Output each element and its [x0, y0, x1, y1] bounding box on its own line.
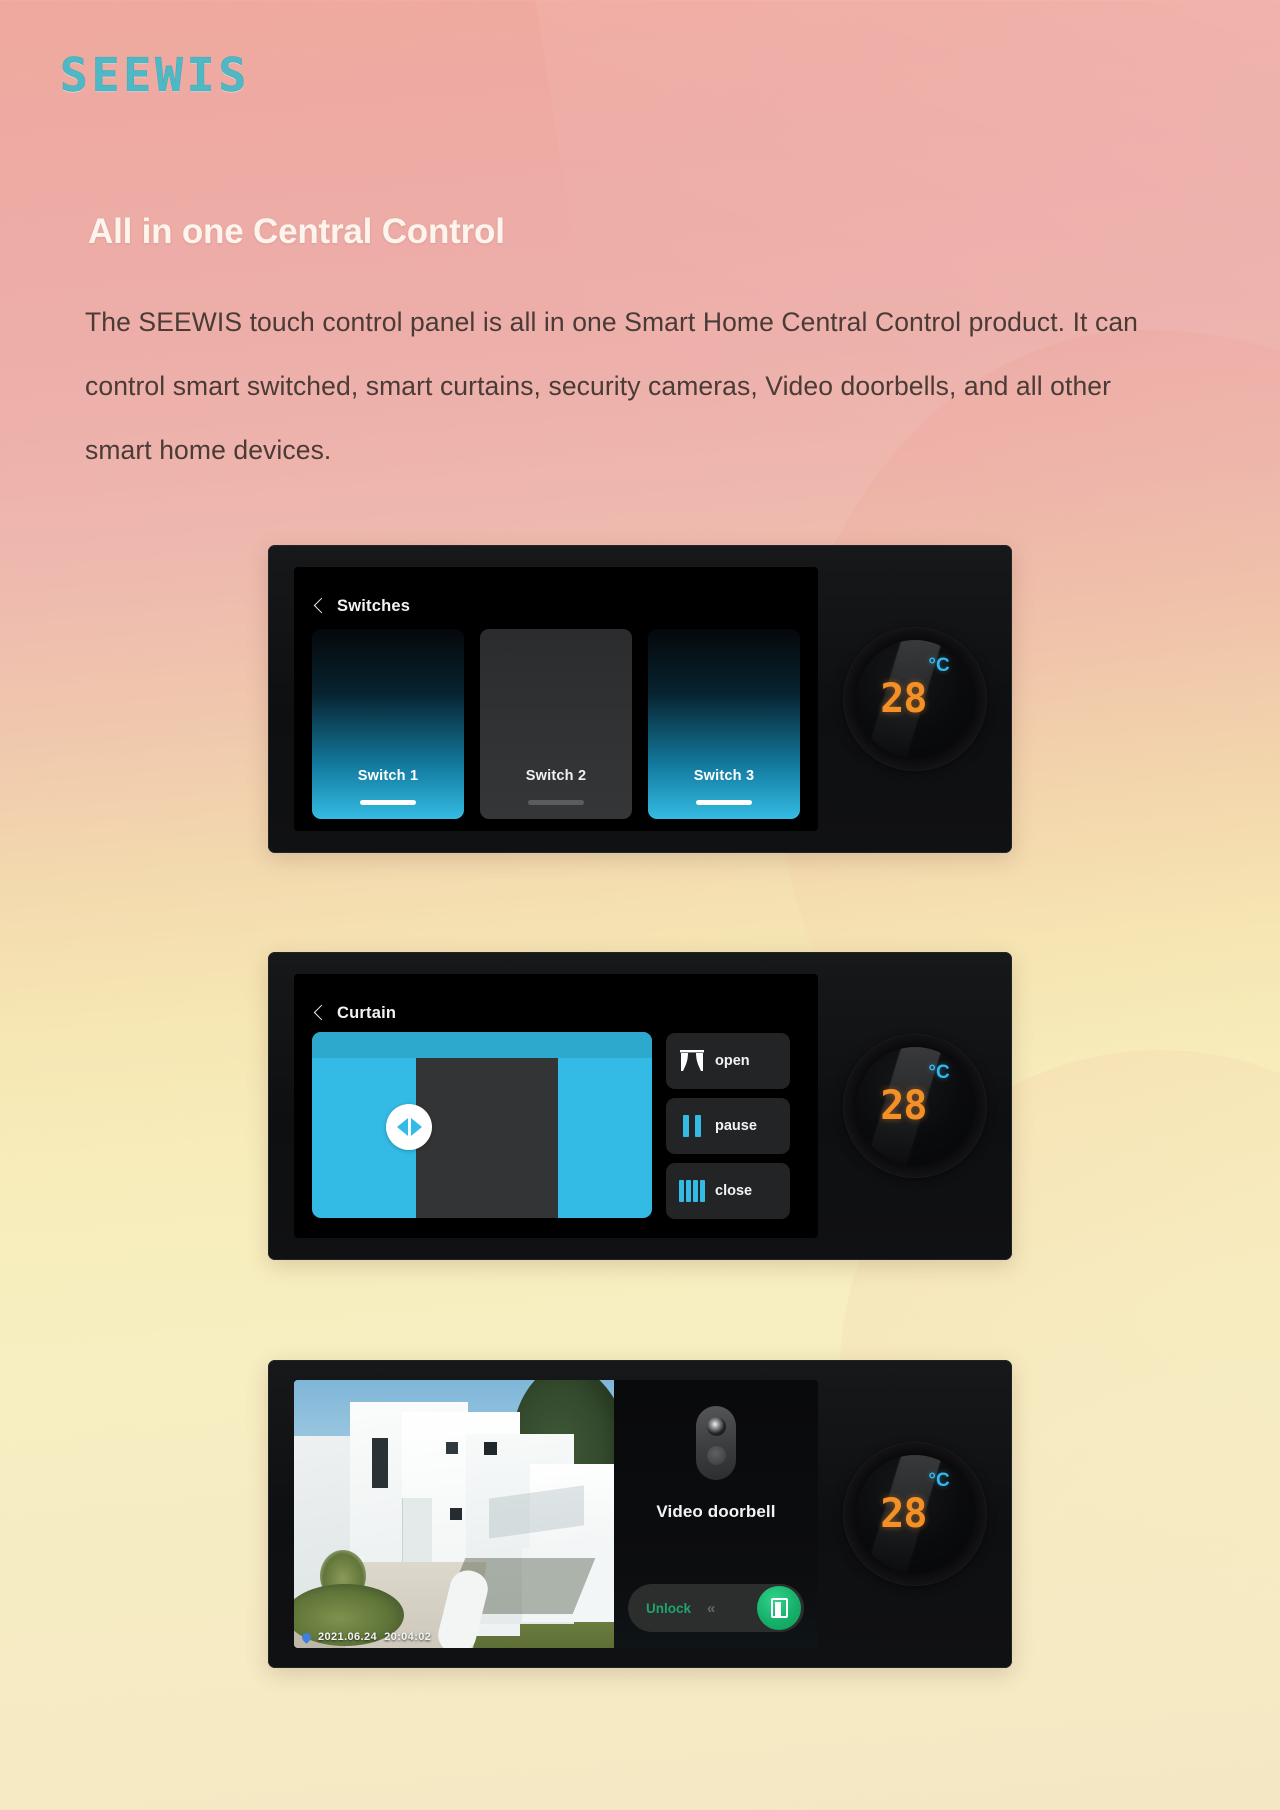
- camera-front-door: [402, 1498, 432, 1566]
- doorbell-icon: [696, 1406, 736, 1480]
- open-door-icon: [770, 1598, 788, 1618]
- thermostat-dial[interactable]: 28 °C: [844, 1035, 986, 1177]
- screen-header: Curtain: [294, 974, 818, 1030]
- arrow-left-glyph: [396, 1118, 408, 1136]
- switch-label: Switch 2: [525, 768, 587, 784]
- device-panel-curtain: Curtain open pause close 28 °C: [268, 952, 1012, 1260]
- switch-card-2[interactable]: Switch 2: [480, 629, 632, 819]
- switch-list: Switch 1 Switch 2 Switch 3: [294, 623, 818, 819]
- screen-title: Switches: [337, 596, 411, 615]
- screen-curtain: Curtain open pause close: [294, 974, 818, 1238]
- map-pin-icon: [300, 1630, 313, 1644]
- dial-temperature-value: 28: [880, 1083, 927, 1129]
- camera-window-4: [450, 1508, 462, 1520]
- switch-card-3[interactable]: Switch 3: [648, 629, 800, 819]
- chevron-left-icon[interactable]: [314, 597, 325, 615]
- doorbell-title: Video doorbell: [656, 1502, 776, 1521]
- screen-title: Curtain: [337, 1003, 397, 1022]
- curtain-button-label: pause: [715, 1118, 757, 1134]
- camera-window-3: [484, 1442, 497, 1455]
- curtain-pause-button[interactable]: pause: [666, 1098, 790, 1154]
- page-title: All in one Central Control: [88, 212, 505, 251]
- thermostat-dial[interactable]: 28 °C: [844, 1443, 986, 1585]
- camera-timestamp-date: 2021.06.24: [318, 1631, 378, 1643]
- thermostat-dial-zone: 28 °C: [818, 1360, 1012, 1668]
- dial-readout: 28 °C: [844, 628, 986, 770]
- curtain-opening: [416, 1058, 558, 1218]
- curtain-open-icon: [679, 1049, 705, 1073]
- curtain-rail: [312, 1032, 652, 1058]
- doorbell-push-button: [706, 1446, 726, 1465]
- curtain-closed-icon: [679, 1179, 705, 1203]
- camera-timestamp-time: 20:04:02: [384, 1631, 432, 1643]
- chevron-double-left-icon: «: [707, 1599, 715, 1617]
- screen-switches: Switches Switch 1 Switch 2 Switch 3: [294, 567, 818, 831]
- dial-temperature-unit: °C: [928, 1470, 950, 1491]
- dial-temperature-unit: °C: [928, 655, 950, 676]
- switch-label: Switch 1: [357, 768, 419, 784]
- dial-temperature-value: 28: [880, 1491, 927, 1537]
- unlock-slider[interactable]: Unlock «: [628, 1584, 804, 1632]
- curtain-close-button[interactable]: close: [666, 1163, 790, 1219]
- dial-readout: 28 °C: [844, 1035, 986, 1177]
- left-right-arrows-icon[interactable]: [386, 1104, 432, 1150]
- device-panel-video-doorbell: 2021.06.24 20:04:02 Video doorbell Unloc…: [268, 1360, 1012, 1668]
- home-indicator-bar: [360, 800, 416, 805]
- curtain-visualizer[interactable]: [312, 1032, 652, 1218]
- thermostat-dial[interactable]: 28 °C: [844, 628, 986, 770]
- thermostat-dial-zone: 28 °C: [818, 545, 1012, 853]
- thermostat-dial-zone: 28 °C: [818, 952, 1012, 1260]
- home-indicator-bar: [528, 800, 584, 805]
- camera-feed[interactable]: 2021.06.24 20:04:02: [294, 1380, 614, 1648]
- unlock-label: Unlock: [646, 1600, 692, 1616]
- doorbell-camera-lens: [706, 1417, 726, 1436]
- dial-temperature-value: 28: [880, 676, 927, 722]
- hero-paragraph: The SEEWIS touch control panel is all in…: [85, 307, 1138, 465]
- screen-header: Switches: [294, 567, 818, 623]
- pause-icon: [679, 1114, 705, 1138]
- home-indicator-bar: [696, 800, 752, 805]
- doorbell-control-panel: Video doorbell Unlock «: [614, 1380, 818, 1648]
- camera-window-2: [446, 1442, 458, 1454]
- arrow-right-glyph: [410, 1118, 422, 1136]
- dial-temperature-unit: °C: [928, 1062, 950, 1083]
- chevron-left-icon[interactable]: [314, 1004, 325, 1022]
- video-doorbell-body: 2021.06.24 20:04:02 Video doorbell Unloc…: [294, 1380, 818, 1648]
- curtain-button-group: open pause close: [666, 1032, 790, 1219]
- unlock-knob[interactable]: [757, 1586, 801, 1630]
- device-panel-switches: Switches Switch 1 Switch 2 Switch 3 28 °…: [268, 545, 1012, 853]
- brand-logo: SEEWIS: [60, 48, 251, 103]
- camera-window-1: [372, 1438, 388, 1488]
- screen-video-doorbell: 2021.06.24 20:04:02 Video doorbell Unloc…: [294, 1380, 818, 1648]
- camera-timestamp: 2021.06.24 20:04:02: [300, 1630, 432, 1644]
- curtain-button-label: close: [715, 1183, 753, 1199]
- switch-label: Switch 3: [693, 768, 755, 784]
- page-root: SEEWIS All in one Central Control The SE…: [0, 0, 1280, 1810]
- dial-readout: 28 °C: [844, 1443, 986, 1585]
- curtain-open-button[interactable]: open: [666, 1033, 790, 1089]
- curtain-button-label: open: [715, 1053, 750, 1069]
- switch-card-1[interactable]: Switch 1: [312, 629, 464, 819]
- curtain-body: open pause close: [294, 1030, 818, 1219]
